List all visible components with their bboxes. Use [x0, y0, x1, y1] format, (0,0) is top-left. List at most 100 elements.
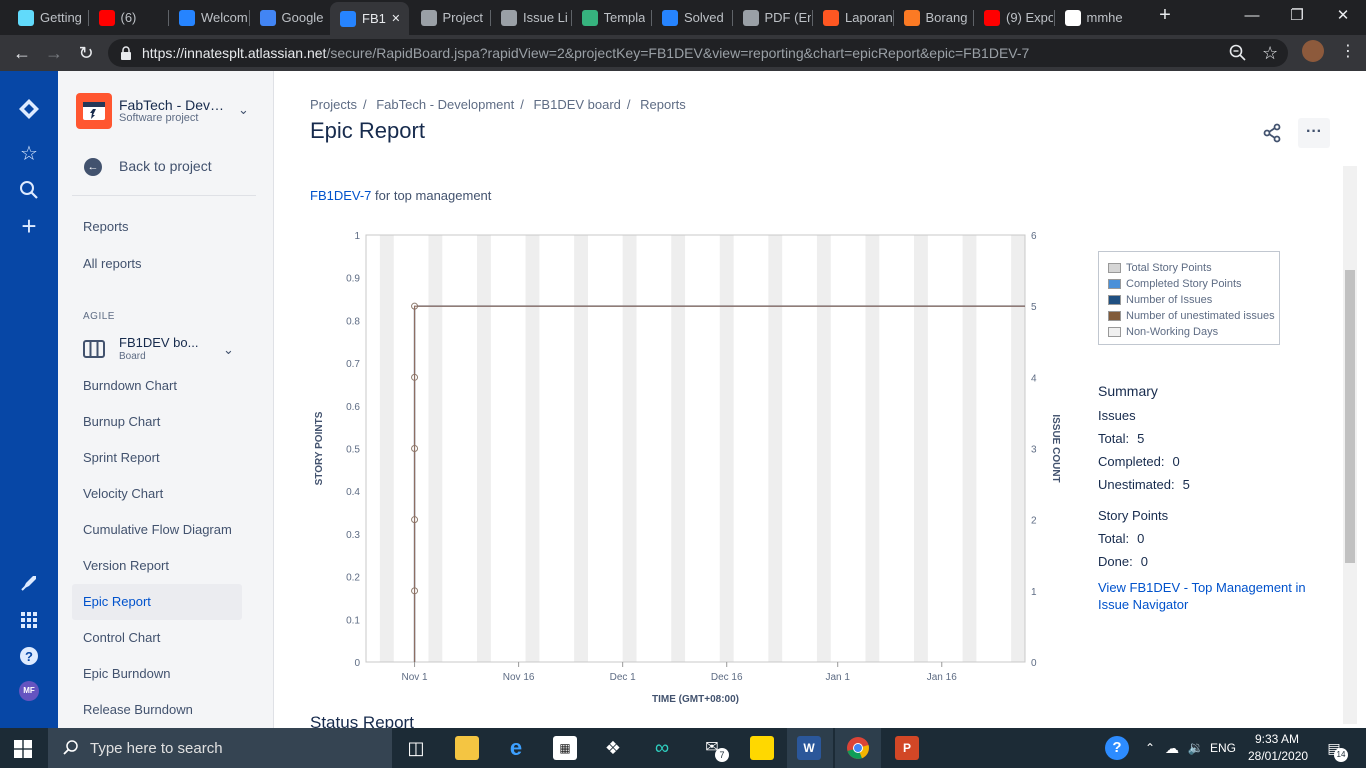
help-icon[interactable]: ?: [17, 644, 41, 668]
browser-tab[interactable]: Templa: [572, 6, 651, 29]
sidebar-item-velocity-chart[interactable]: Velocity Chart: [72, 476, 242, 512]
browser-tab[interactable]: Getting: [8, 6, 87, 29]
y2-tick-label: 1: [1031, 587, 1037, 598]
dropbox-icon[interactable]: ❖: [601, 736, 625, 760]
sidebar-item-epic-report[interactable]: Epic Report: [72, 584, 242, 620]
sidebar-item-epic-burndown[interactable]: Epic Burndown: [72, 656, 242, 692]
powerpoint-icon[interactable]: P: [895, 736, 919, 760]
zoom-icon[interactable]: [1228, 43, 1248, 63]
reload-icon[interactable]: ↻: [74, 41, 98, 65]
jira-logo-icon[interactable]: [17, 97, 41, 121]
search-icon[interactable]: [17, 178, 41, 202]
breadcrumb-reports[interactable]: Reports: [640, 97, 686, 112]
sidebar-item-version-report[interactable]: Version Report: [72, 548, 242, 584]
browser-tab[interactable]: Issue Li: [491, 6, 570, 29]
sidebar-item-burnup-chart[interactable]: Burnup Chart: [72, 404, 242, 440]
store-icon[interactable]: ▦: [553, 736, 577, 760]
board-name[interactable]: FB1DEV bo...: [119, 335, 209, 350]
user-avatar[interactable]: MF: [19, 681, 39, 701]
browser-tab[interactable]: Laporan: [813, 6, 892, 29]
browser-tab-label: Getting: [40, 10, 82, 25]
word-icon[interactable]: W: [797, 736, 821, 760]
breadcrumb-project[interactable]: FabTech - Development: [376, 97, 514, 112]
legend-swatch: [1108, 327, 1121, 337]
browser-tab[interactable]: (9) Expo: [974, 6, 1053, 29]
sidebar-item-release-burndown[interactable]: Release Burndown: [72, 692, 242, 728]
browser-menu-icon[interactable]: ⋮: [1340, 41, 1356, 61]
create-plus-icon[interactable]: +: [17, 213, 41, 239]
tab-separator: [570, 10, 572, 26]
sidebar-item-burndown-chart[interactable]: Burndown Chart: [72, 368, 242, 404]
chrome-icon[interactable]: [846, 736, 870, 760]
sticky-notes-icon[interactable]: [750, 736, 774, 760]
breadcrumb-projects[interactable]: Projects: [310, 97, 357, 112]
non-working-day-band: [865, 235, 880, 662]
close-tab-icon[interactable]: ✕: [391, 12, 400, 25]
bookmark-star-icon[interactable]: ☆: [1262, 43, 1282, 63]
help-tray-icon[interactable]: ?: [1105, 736, 1129, 760]
browser-tab[interactable]: Project: [411, 6, 490, 29]
volume-icon[interactable]: 🔉: [1184, 736, 1208, 760]
onedrive-icon[interactable]: ☁: [1160, 736, 1184, 760]
atlassian-icon: [179, 9, 195, 26]
rocket-icon[interactable]: [17, 571, 41, 595]
browser-tab-label: (6): [120, 10, 137, 25]
main-scrollbar[interactable]: [1343, 166, 1357, 724]
profile-avatar[interactable]: [1302, 40, 1324, 62]
browser-tab[interactable]: Google: [250, 6, 329, 29]
browser-tab[interactable]: FB1 ✕: [330, 2, 409, 35]
app-switcher-icon[interactable]: [17, 608, 41, 632]
epic-key-link[interactable]: FB1DEV-7: [310, 188, 371, 203]
restore-button[interactable]: ❐: [1285, 5, 1309, 27]
sp-total-value: 0: [1137, 531, 1145, 546]
browser-tab[interactable]: Welcom: [169, 6, 248, 29]
more-options-button[interactable]: ···: [1298, 118, 1330, 148]
arduino-icon[interactable]: ∞: [650, 736, 674, 760]
minimize-button[interactable]: —: [1240, 5, 1264, 27]
edge-icon[interactable]: e: [504, 736, 528, 760]
issue-navigator-link[interactable]: View FB1DEV - Top Management in Issue Na…: [1098, 579, 1308, 613]
tab-separator: [490, 10, 491, 26]
page-title: Epic Report: [310, 118, 425, 143]
browser-tab[interactable]: (6): [89, 6, 168, 29]
browser-tab[interactable]: Borang: [894, 6, 973, 29]
notifications-icon[interactable]: ▤ 14: [1322, 736, 1348, 762]
chevron-down-icon[interactable]: ⌄: [238, 102, 249, 118]
sp-total-label: Total:: [1098, 531, 1130, 546]
new-tab-button[interactable]: +: [1154, 4, 1176, 26]
project-name[interactable]: FabTech - Devel...: [119, 97, 229, 113]
language-indicator[interactable]: ENG: [1208, 736, 1238, 760]
close-window-button[interactable]: ✕: [1331, 5, 1355, 27]
sidebar-item-control-chart[interactable]: Control Chart: [72, 620, 242, 656]
task-view-icon[interactable]: ◫: [404, 736, 428, 760]
sidebar-item-sprint-report[interactable]: Sprint Report: [72, 440, 242, 476]
back-arrow-icon[interactable]: ←: [84, 158, 102, 176]
file-explorer-icon[interactable]: [455, 736, 479, 760]
youtube-icon: [984, 9, 1000, 26]
main-scroll-thumb[interactable]: [1345, 270, 1355, 563]
star-icon[interactable]: ☆: [17, 142, 41, 166]
back-to-project-link[interactable]: Back to project: [119, 158, 212, 174]
browser-tab[interactable]: mmhe: [1055, 6, 1134, 29]
address-bar[interactable]: https://innatesplt.atlassian.net/secure/…: [108, 39, 1288, 67]
svg-text:?: ?: [25, 649, 33, 664]
legend-entry: Total Story Points: [1108, 260, 1279, 276]
sidebar-item-cumulative-flow-diagram[interactable]: Cumulative Flow Diagram: [72, 512, 242, 548]
y2-tick-label: 6: [1031, 231, 1037, 242]
chevron-down-icon[interactable]: ⌄: [223, 342, 234, 358]
breadcrumb-board[interactable]: FB1DEV board: [533, 97, 620, 112]
back-arrow-icon[interactable]: ←: [10, 41, 34, 65]
windows-start-icon[interactable]: [14, 740, 32, 758]
non-working-day-band: [525, 235, 540, 662]
browser-tab[interactable]: Solved: [652, 6, 731, 29]
forward-arrow-icon[interactable]: →: [42, 41, 66, 65]
taskbar-search[interactable]: Type here to search: [48, 728, 392, 768]
mail-icon[interactable]: ✉ 7: [700, 736, 729, 762]
browser-tab-label: Solved: [684, 10, 724, 25]
tab-separator: [248, 10, 250, 26]
taskbar-clock[interactable]: 9:33 AM 28/01/2020: [1248, 731, 1308, 765]
browser-tab[interactable]: PDF (En: [733, 6, 811, 29]
sidebar-item-all-reports[interactable]: All reports: [72, 246, 242, 282]
share-icon[interactable]: [1262, 123, 1282, 143]
chevron-up-icon[interactable]: ⌃: [1138, 736, 1162, 760]
